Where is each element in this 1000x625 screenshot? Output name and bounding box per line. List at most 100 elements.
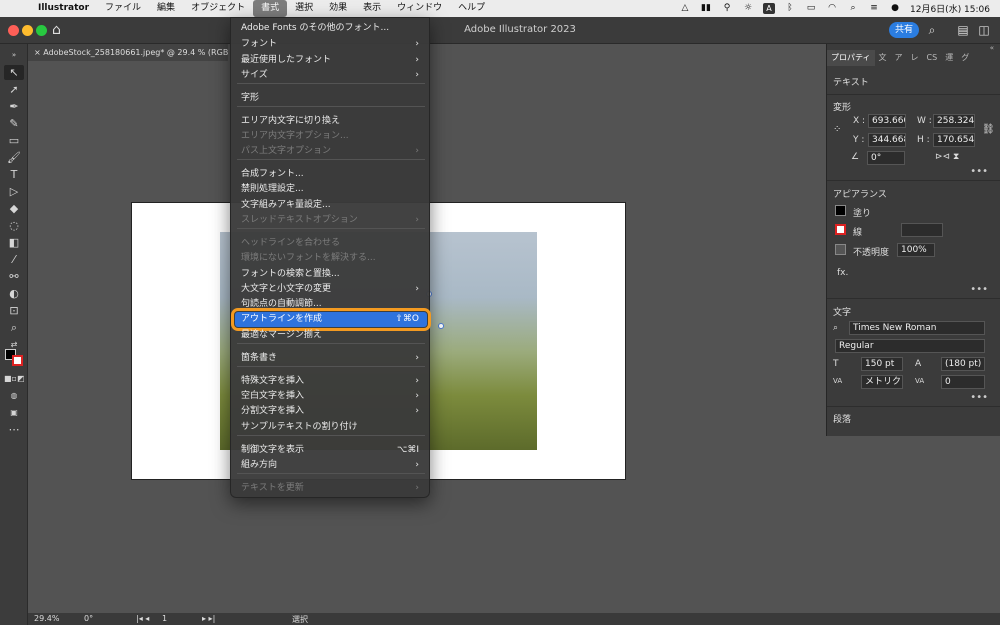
color-mode-icon[interactable]: ■▫◩ [4,371,25,386]
menu-item[interactable]: 箇条書き › [235,351,427,366]
eyedropper-tool-icon[interactable]: ⁄ [4,252,24,267]
artboard-nav-icon[interactable]: |◂ ◂ [136,614,149,623]
font-size-field[interactable]: 150 pt [861,357,903,371]
w-field[interactable]: 258.324 [933,114,975,128]
menu-item[interactable]: エリア内文字に切り換え [235,114,427,129]
menu-item[interactable]: フォントの検索と置換... [235,267,427,282]
more-options-icon[interactable]: ••• [970,284,988,295]
type-tool-icon[interactable]: T [4,167,24,182]
menubar-help[interactable]: ヘルプ [450,0,493,17]
control-center-icon[interactable]: ≡ [868,3,880,14]
tab-graphic-styles[interactable]: グ [957,50,973,66]
siri-icon[interactable]: ● [889,3,901,14]
tab-appearance[interactable]: ア [891,50,907,66]
menubar-app-name[interactable]: Illustrator [30,0,97,17]
arrange-icon[interactable]: ◫ [976,22,992,38]
artboard-next-icon[interactable]: ▸ ▸| [202,614,215,623]
stroke-swatch[interactable] [835,224,846,235]
close-window-button[interactable] [8,25,19,36]
artboard-tool-icon[interactable]: ⊡ [4,303,24,318]
menubar-file[interactable]: ファイル [97,0,149,17]
tracking-field[interactable]: 0 [941,375,985,389]
shape-builder-tool-icon[interactable]: ◐ [4,286,24,301]
gradient-tool-icon[interactable]: ◧ [4,235,24,250]
font-style-select[interactable]: Regular [835,339,985,353]
menubar-type[interactable]: 書式 [253,0,288,17]
audio-icon[interactable]: ▮▮ [700,3,712,14]
menu-item[interactable]: 大文字と小文字の変更 › [235,282,427,297]
menu-item[interactable]: 最適なマージン揃え [235,328,427,343]
menu-item[interactable]: 制御文字を表示 ⌥⌘I [235,443,427,458]
effects-button[interactable]: fx. [837,268,848,278]
pen-tool-icon[interactable]: ✒ [4,99,24,114]
menu-item[interactable]: サイズ › [235,68,427,83]
menu-item[interactable]: 組み方向 › [235,458,427,473]
menubar-view[interactable]: 表示 [355,0,389,17]
draw-mode-icon[interactable]: ◍ [4,388,24,403]
menu-item[interactable]: 最近使用したフォント › [235,53,427,68]
paintbrush-tool-icon[interactable]: 🖌 [4,150,24,165]
selection-tool-icon[interactable]: ↖ [4,65,24,80]
opacity-field[interactable]: 100% [897,243,935,257]
rotation-field[interactable]: 0° [84,614,93,623]
tab-layers[interactable]: レ [907,50,923,66]
input-method-icon[interactable]: A [763,3,775,14]
font-search-icon[interactable]: ⌕ [833,323,838,333]
search-icon[interactable]: ⌕ [924,22,940,38]
link-icon[interactable]: ⛓ [982,124,995,135]
zoom-window-button[interactable] [36,25,47,36]
stroke-weight-field[interactable] [901,223,943,237]
wifi-icon[interactable]: ◠ [826,3,838,14]
menu-item[interactable]: 句読点の自動調節... [235,297,427,312]
zoom-tool-icon[interactable]: ⌕ [4,320,24,335]
creative-cloud-icon[interactable]: △ [679,3,691,14]
font-family-select[interactable]: Times New Roman [849,321,985,335]
y-field[interactable]: 344.668 [868,133,906,147]
tab-character[interactable]: 文 [875,50,891,66]
selection-handle[interactable] [438,323,444,329]
menu-item[interactable]: 字形 [235,91,427,106]
workspace-icon[interactable]: ▤ [955,22,971,38]
screen-mode-icon[interactable]: ▣ [4,405,24,420]
menu-item[interactable]: 合成フォント... [235,167,427,182]
more-tools-icon[interactable]: ⋯ [4,422,24,437]
menubar-window[interactable]: ウィンドウ [389,0,450,17]
direct-selection-tool-icon[interactable]: ➚ [4,82,24,97]
reflect-tool-icon[interactable]: ▷ [4,184,24,199]
menubar-object[interactable]: オブジェクト [183,0,253,17]
zoom-field[interactable]: 29.4% [34,614,59,623]
h-field[interactable]: 170.654 [933,133,975,147]
date-time[interactable]: 12月6日(水) 15:06 [910,2,990,15]
document-tab[interactable]: × AdobeStock_258180661.jpeg* @ 29.4 % (R… [28,44,228,61]
tab-css[interactable]: CS [923,50,942,66]
search-icon[interactable]: ⌕ [847,3,859,14]
home-icon[interactable]: ⌂ [52,22,61,38]
menu-item[interactable]: 分割文字を挿入 › [235,404,427,419]
tab-transparency[interactable]: 運 [941,50,957,66]
menu-item[interactable]: 文字組みアキ量設定... [235,198,427,213]
menubar-select[interactable]: 選択 [287,0,321,17]
share-button[interactable]: 共有 [889,22,919,38]
leading-field[interactable]: (180 pt) [941,357,985,371]
rectangle-tool-icon[interactable]: ▭ [4,133,24,148]
lasso-tool-icon[interactable]: ◌ [4,218,24,233]
menu-item[interactable]: アウトラインを作成 ⇧⌘O [231,308,431,331]
artboard-number-field[interactable]: 1 [162,614,167,623]
collapse-panel-icon[interactable]: » [4,48,24,63]
flip-vertical-icon[interactable]: ⧗ [953,152,959,162]
kerning-select[interactable]: メトリク [861,375,903,389]
menu-item[interactable]: サンプルテキストの割り付け [235,420,427,435]
menu-item[interactable]: 禁則処理設定... [235,182,427,197]
brightness-icon[interactable]: ☼ [742,3,754,14]
angle-field[interactable]: 0° [867,151,905,165]
more-options-icon[interactable]: ••• [970,392,988,403]
minimize-window-button[interactable] [22,25,33,36]
eraser-tool-icon[interactable]: ◆ [4,201,24,216]
x-field[interactable]: 693.660 [868,114,906,128]
stroke-color-swatch[interactable] [12,355,23,366]
blend-tool-icon[interactable]: ⚯ [4,269,24,284]
battery-icon[interactable]: ▭ [805,3,817,14]
more-options-icon[interactable]: ••• [970,166,988,177]
menubar-edit[interactable]: 編集 [149,0,183,17]
menu-item[interactable]: 空白文字を挿入 › [235,389,427,404]
